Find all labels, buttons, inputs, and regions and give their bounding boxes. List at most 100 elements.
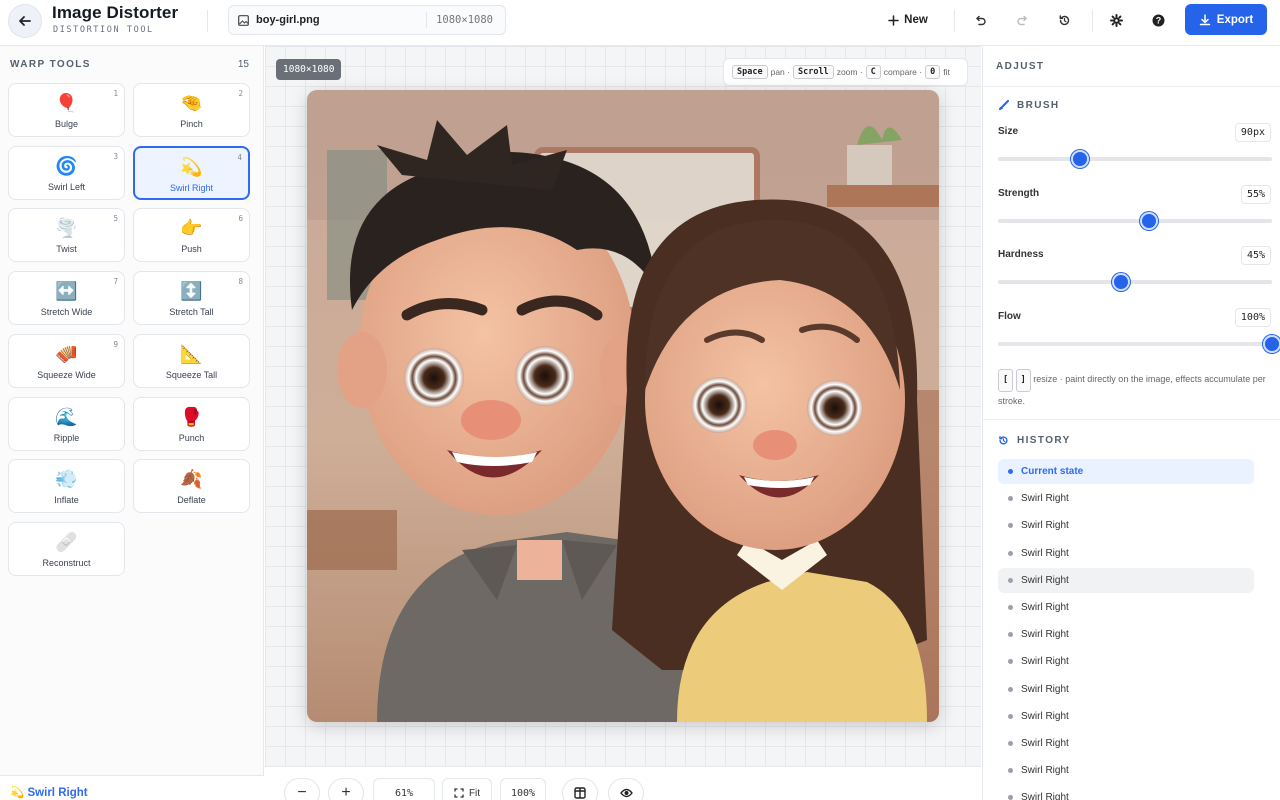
file-dimensions: 1080×1080 [436,14,493,26]
zoom-100-button[interactable]: 100% [500,778,546,800]
canvas-toolbar: − + 61% Fit 100% [265,766,981,800]
tool-shortcut: 4 [237,152,242,162]
tool-button-pinch[interactable]: 🤏 Pinch 2 [133,83,250,137]
tool-button-punch[interactable]: 🥊 Punch [133,396,250,451]
zoom-in-icon: + [341,784,351,800]
brush-section-header: BRUSH [998,100,1060,111]
tool-button-swirl-right[interactable]: 💫 Swirl Right 4 [133,145,250,200]
history-section-header: HISTORY [998,435,1071,446]
hardness-value[interactable]: 45% [1240,246,1271,265]
tool-icon: 🩹 [55,531,78,552]
redo-icon [1016,15,1027,25]
split-view-icon [574,787,586,799]
size-slider-thumb[interactable] [1071,150,1090,168]
redo-button[interactable] [1010,6,1034,34]
strength-slider-thumb[interactable] [1139,211,1158,230]
warp-tools-sidebar: WARP TOOLS 15 🎈 Bulge 1 🤏 Pinch 2 🌀 Swirl Left 3… [0,46,264,800]
new-button[interactable]: New [880,6,936,34]
image-icon [238,15,249,26]
history-item[interactable]: Swirl Right [998,541,1254,566]
hint-zoom: zoom · [836,67,863,77]
tool-shortcut: 6 [238,214,243,224]
history-item[interactable]: Swirl Right [998,677,1254,702]
zoom-in-button[interactable]: + [328,778,364,800]
size-value[interactable]: 90px [1234,123,1271,142]
tool-button-stretch-wide[interactable]: ↔️ Stretch Wide 7 [8,271,125,326]
adjust-title: ADJUST [996,61,1045,72]
kbd-bracket-right: ] [1015,369,1031,392]
gear-icon [1109,13,1123,27]
image-dimensions-badge: 1080×1080 [276,59,342,80]
app-subtitle: DISTORTION TOOL [53,25,154,35]
export-button[interactable]: Export [1185,4,1267,35]
size-slider[interactable] [998,150,1272,168]
history-item[interactable]: Swirl Right [998,513,1254,538]
strength-slider[interactable] [998,211,1272,230]
selected-tool-label: 💫 Swirl Right [10,787,88,799]
tool-label: Stretch Tall [169,307,214,318]
tool-button-squeeze-tall[interactable]: 📐 Squeeze Tall [133,333,250,388]
header-divider [954,10,955,32]
tool-button-ripple[interactable]: 🌊 Ripple [8,396,125,451]
tool-button-swirl-left[interactable]: 🌀 Swirl Left 3 [8,145,125,200]
history-item[interactable]: Swirl Right [998,567,1254,593]
hardness-slider-thumb[interactable] [1112,273,1131,291]
tool-button-bulge[interactable]: 🎈 Bulge 1 [8,83,125,137]
canvas-area[interactable]: 1080×1080 Space pan · Scroll zoom · C co… [265,46,981,766]
tool-button-squeeze-wide[interactable]: 🪗 Squeeze Wide 9 [8,333,125,388]
strength-label: Strength [998,187,1040,199]
flow-label: Flow [998,310,1021,322]
tool-button-deflate[interactable]: 🍂 Deflate [133,459,250,514]
undo-icon [975,15,986,25]
hardness-slider[interactable] [998,273,1272,291]
tool-button-inflate[interactable]: 💨 Inflate [8,459,125,514]
zoom-out-button[interactable]: − [284,778,320,800]
tool-icon: 🌀 [55,155,78,176]
selected-tool-footer: 💫 Swirl Right [0,775,264,800]
kbd-bracket-left: [ [998,369,1014,392]
tool-button-stretch-tall[interactable]: ↕️ Stretch Tall 8 [133,271,250,326]
image-canvas[interactable] [307,90,939,722]
tool-button-push[interactable]: 👉 Push 6 [133,208,250,263]
fit-icon [454,788,464,798]
panel-divider [983,419,1280,420]
history-icon [1059,14,1069,25]
help-button[interactable]: ? [1146,6,1170,34]
kbd-c: C [865,65,881,79]
back-button[interactable] [8,4,42,38]
history-item[interactable]: Swirl Right [998,649,1254,674]
flow-value[interactable]: 100% [1234,307,1271,327]
history-item[interactable]: Swirl Right [998,595,1254,620]
brush-title: BRUSH [1017,100,1060,111]
strength-value[interactable]: 55% [1240,184,1271,204]
fit-label: Fit [468,787,481,799]
flow-slider-thumb[interactable] [1263,334,1280,353]
panel-divider [983,86,1280,87]
settings-button[interactable] [1104,6,1128,34]
history-item[interactable]: Swirl Right [998,758,1254,783]
reset-button[interactable] [1052,6,1076,34]
tool-icon: 💫 [180,156,203,177]
tool-button-twist[interactable]: 🌪️ Twist 5 [8,208,125,263]
fit-button[interactable]: Fit [442,778,492,800]
history-item[interactable]: Swirl Right [998,785,1254,800]
history-item[interactable]: Swirl Right [998,731,1254,756]
tool-button-reconstruct[interactable]: 🩹 Reconstruct [8,521,125,576]
export-label: Export [1216,13,1254,26]
hint-compare: compare · [883,67,923,77]
compare-button[interactable] [562,778,598,800]
tool-shortcut: 1 [113,89,118,98]
history-item[interactable]: Swirl Right [998,704,1254,729]
undo-button[interactable] [968,6,992,34]
svg-text:?: ? [1155,15,1161,25]
preview-button[interactable] [608,778,644,800]
zoom-level[interactable]: 61% [373,778,435,800]
brush-icon [999,100,1009,110]
history-item[interactable]: Swirl Right [998,622,1254,647]
history-current-state[interactable]: Current state [998,459,1254,484]
history-item[interactable]: Swirl Right [998,486,1254,511]
tool-shortcut: 7 [113,277,118,287]
arrow-left-icon [19,16,31,26]
header-divider [207,10,208,32]
flow-slider[interactable] [998,334,1280,353]
